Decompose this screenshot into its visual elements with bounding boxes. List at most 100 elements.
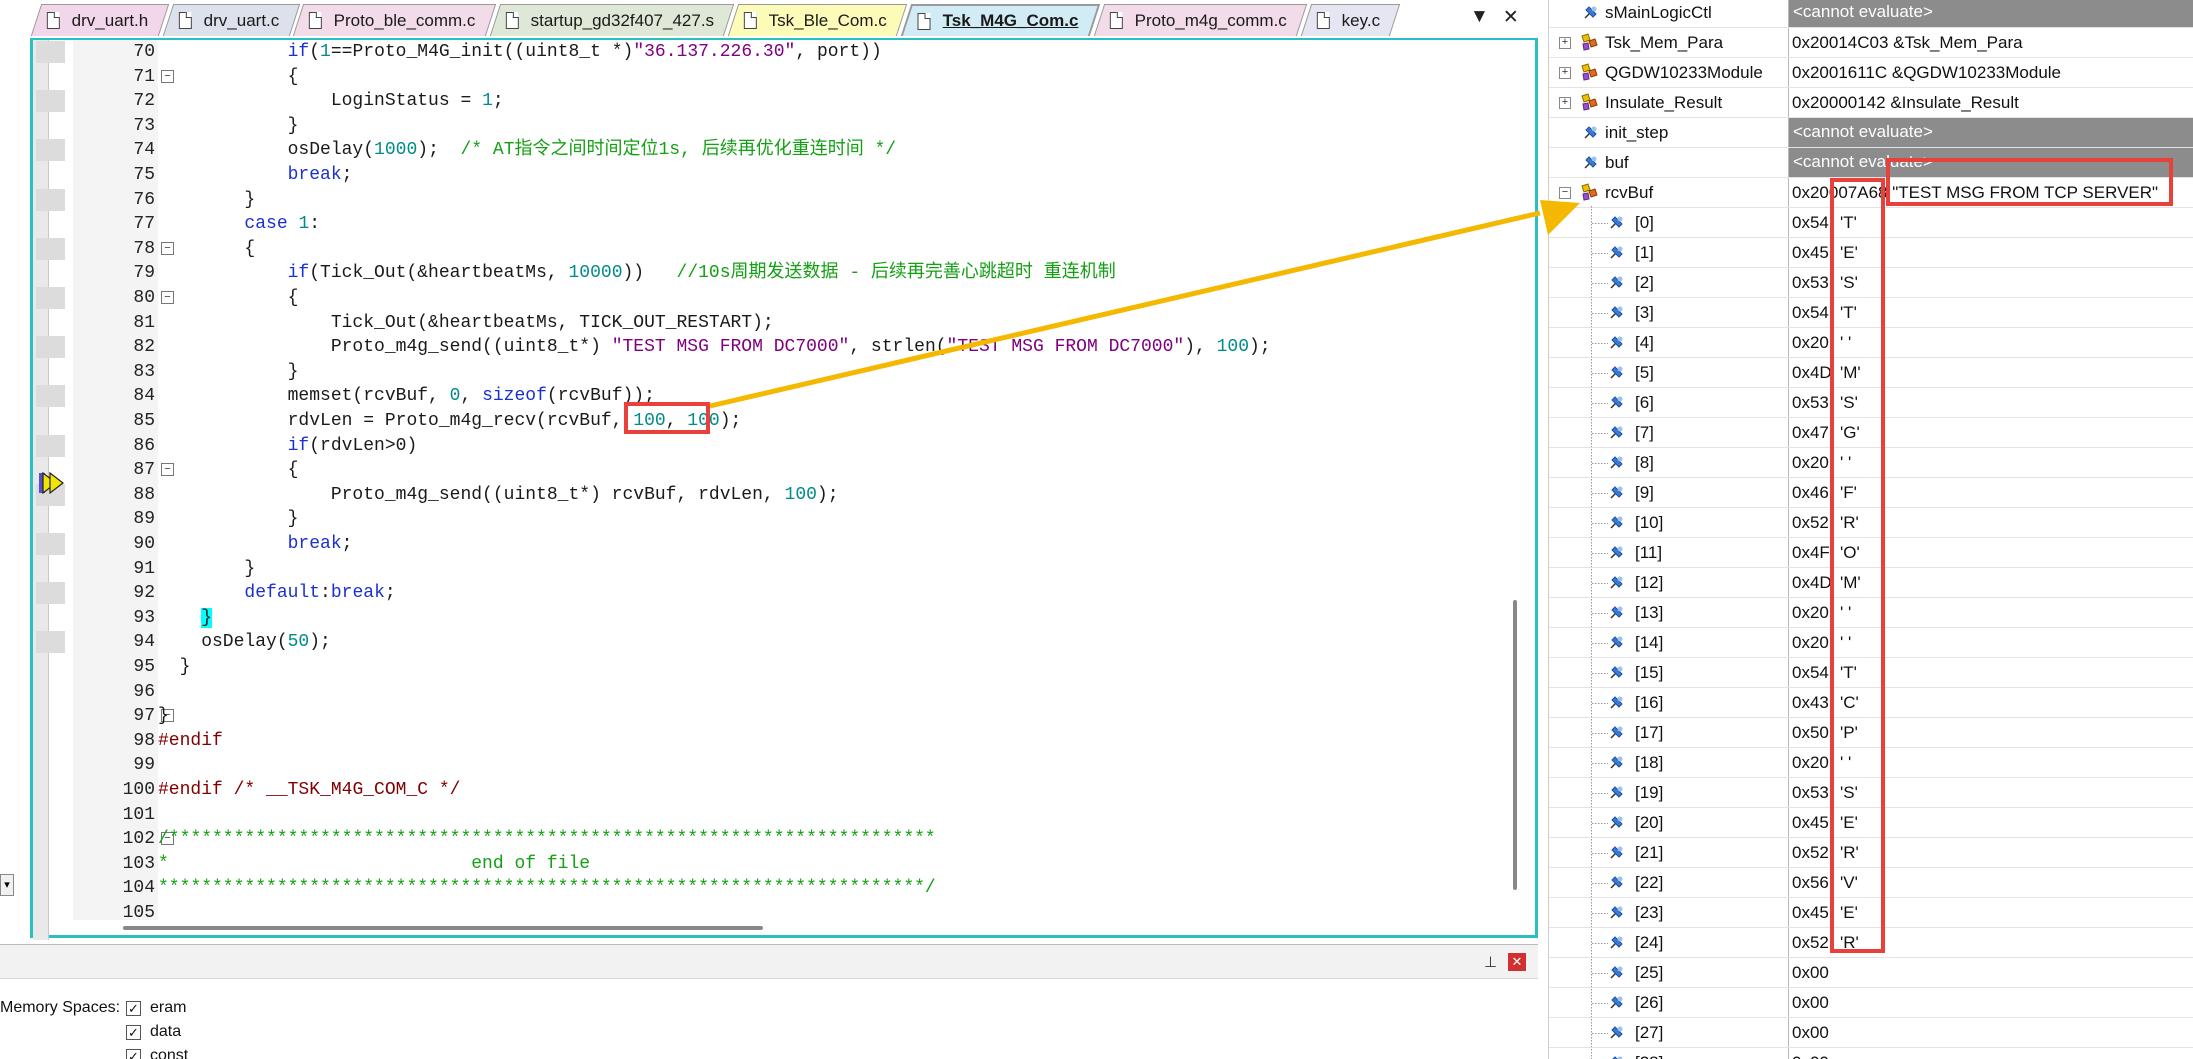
- variable-icon: [1610, 846, 1623, 859]
- tab-list-dropdown-icon[interactable]: ▼: [1470, 6, 1489, 29]
- gutter-marker[interactable]: [36, 238, 65, 260]
- pin-panel-icon[interactable]: ⊥: [1484, 953, 1497, 971]
- tab-startup-gd32f407-427-s[interactable]: startup_gd32f407_427.s: [489, 4, 735, 36]
- expand-icon[interactable]: +: [1559, 37, 1571, 49]
- gutter-marker[interactable]: [36, 435, 65, 457]
- tab-label: startup_gd32f407_427.s: [530, 10, 715, 30]
- variable-icon: [1610, 966, 1623, 979]
- watch-row-init-step[interactable]: init_step <cannot evaluate>: [1549, 118, 2193, 148]
- tab-tsk-ble-com-c[interactable]: Tsk_Ble_Com.c: [728, 4, 908, 36]
- memory-option-const[interactable]: ✓ const: [126, 1047, 188, 1059]
- element-index: [25]: [1635, 963, 1664, 982]
- code-editor[interactable]: 70 71−72 73 74 75 76 77 78−79 80−81 82 83 84 85 86 87−…: [30, 38, 1538, 940]
- checkbox[interactable]: ✓: [126, 1000, 141, 1016]
- code-line: }: [158, 116, 299, 136]
- memory-option-eram[interactable]: ✓ eram: [126, 999, 186, 1017]
- element-index: [18]: [1635, 753, 1664, 772]
- watch-row-smainlogicctl[interactable]: sMainLogicCtl <cannot evaluate>: [1549, 0, 2193, 28]
- gutter-marker[interactable]: [36, 385, 65, 407]
- struct-icon: [1581, 93, 1598, 111]
- tab-drv-uart-h[interactable]: drv_uart.h: [30, 4, 169, 36]
- tab-proto-m4g-comm-c[interactable]: Proto_m4g_comm.c: [1093, 4, 1308, 36]
- line-number: 78: [133, 239, 155, 259]
- rcvbuf-element-row[interactable]: [25] 0x00: [1549, 958, 2193, 988]
- tree-guide-branch: [1592, 583, 1608, 584]
- gutter-marker[interactable]: [36, 533, 65, 555]
- tree-guide-branch: [1592, 643, 1608, 644]
- variable-icon: [1610, 426, 1623, 439]
- gutter-marker[interactable]: [36, 582, 65, 604]
- line-number: 72: [133, 91, 155, 111]
- vertical-scroll-thumb[interactable]: [1513, 600, 1517, 890]
- gutter-marker[interactable]: [36, 41, 65, 63]
- gutter-marker[interactable]: [36, 189, 65, 211]
- gutter-marker[interactable]: [36, 139, 65, 161]
- element-index: [19]: [1635, 783, 1664, 802]
- tree-guide-branch: [1592, 313, 1608, 314]
- element-index: [20]: [1635, 813, 1664, 832]
- tab-label: Proto_ble_comm.c: [333, 10, 476, 30]
- expand-icon[interactable]: +: [1559, 97, 1571, 109]
- struct-icon: [1581, 33, 1598, 51]
- file-icon: [1109, 12, 1123, 29]
- element-index: [3]: [1635, 303, 1654, 322]
- file-icon: [178, 12, 192, 29]
- code-line: }: [158, 509, 299, 529]
- element-index: [12]: [1635, 573, 1664, 592]
- watch-name: init_step: [1605, 123, 1669, 142]
- element-hex-value: 0x00: [1792, 1023, 1829, 1042]
- checkbox-label: const: [150, 1047, 189, 1059]
- code-line: case 1:: [244, 214, 321, 234]
- tab-tsk-m4g-com-c[interactable]: Tsk_M4G_Com.c: [901, 4, 1101, 36]
- highlight-box-char-column: [1830, 178, 1885, 953]
- scroll-down-icon[interactable]: ▾: [0, 874, 14, 896]
- code-line: break;: [287, 165, 353, 185]
- variable-icon: [1610, 336, 1623, 349]
- checkbox[interactable]: ✓: [126, 1024, 141, 1040]
- watch-name: buf: [1605, 153, 1629, 172]
- line-number: 101: [122, 805, 155, 825]
- checkbox[interactable]: ✓: [126, 1048, 141, 1059]
- code-line: }: [158, 657, 191, 677]
- line-number: 96: [133, 682, 155, 702]
- code-line: }: [158, 190, 256, 210]
- variable-icon: [1610, 666, 1623, 679]
- watch-row-qgdw10233module[interactable]: + QGDW10233Module 0x2001611C &QGDW10233Mod…: [1549, 58, 2193, 88]
- memory-option-data[interactable]: ✓ data: [126, 1023, 181, 1041]
- close-tab-icon[interactable]: ✕: [1503, 6, 1519, 29]
- expand-icon[interactable]: +: [1559, 67, 1571, 79]
- gutter-marker[interactable]: [36, 631, 65, 653]
- tab-key-c[interactable]: key.c: [1301, 4, 1401, 36]
- watch-name: rcvBuf: [1605, 183, 1654, 202]
- tree-guide-branch: [1592, 733, 1608, 734]
- tab-proto-ble-comm-c[interactable]: Proto_ble_comm.c: [292, 4, 497, 36]
- horizontal-scroll-thumb[interactable]: [123, 926, 763, 930]
- code-line: default:break;: [244, 583, 396, 603]
- gutter-marker[interactable]: [36, 287, 65, 309]
- horizontal-scrollbar[interactable]: [63, 920, 1533, 936]
- rcvbuf-element-row[interactable]: [28] 0x00: [1549, 1048, 2193, 1059]
- tab-label: Tsk_M4G_Com.c: [943, 11, 1079, 30]
- code-text[interactable]: if(1==Proto_M4G_init((uint8_t *)"36.137.…: [158, 40, 1538, 920]
- rcvbuf-element-row[interactable]: [27] 0x00: [1549, 1018, 2193, 1048]
- rcvbuf-element-row[interactable]: [26] 0x00: [1549, 988, 2193, 1018]
- variable-icon: [1610, 816, 1623, 829]
- variable-icon: [1610, 726, 1623, 739]
- watch-name: QGDW10233Module: [1605, 63, 1763, 82]
- code-line: osDelay(50);: [158, 632, 331, 652]
- element-index: [24]: [1635, 933, 1664, 952]
- close-panel-icon[interactable]: ✕: [1508, 953, 1526, 971]
- variable-icon: [1610, 306, 1623, 319]
- tree-guide-branch: [1592, 853, 1608, 854]
- variable-icon: [1610, 696, 1623, 709]
- watch-row-tsk-mem-para[interactable]: + Tsk_Mem_Para 0x20014C03 &Tsk_Mem_Para: [1549, 28, 2193, 58]
- watch-row-insulate-result[interactable]: + Insulate_Result 0x20000142 &Insulate_Res…: [1549, 88, 2193, 118]
- variable-icon: [1610, 216, 1623, 229]
- gutter-marker[interactable]: [36, 336, 65, 358]
- tab-drv-uart-c[interactable]: drv_uart.c: [162, 4, 300, 36]
- editor-tabs: drv_uart.h drv_uart.c Proto_ble_comm.c star…: [30, 4, 1401, 38]
- collapse-icon[interactable]: −: [1559, 187, 1571, 199]
- code-line: if(Tick_Out(&heartbeatMs, 10000)) //10s周…: [287, 263, 1116, 283]
- gutter-marker[interactable]: [36, 90, 65, 112]
